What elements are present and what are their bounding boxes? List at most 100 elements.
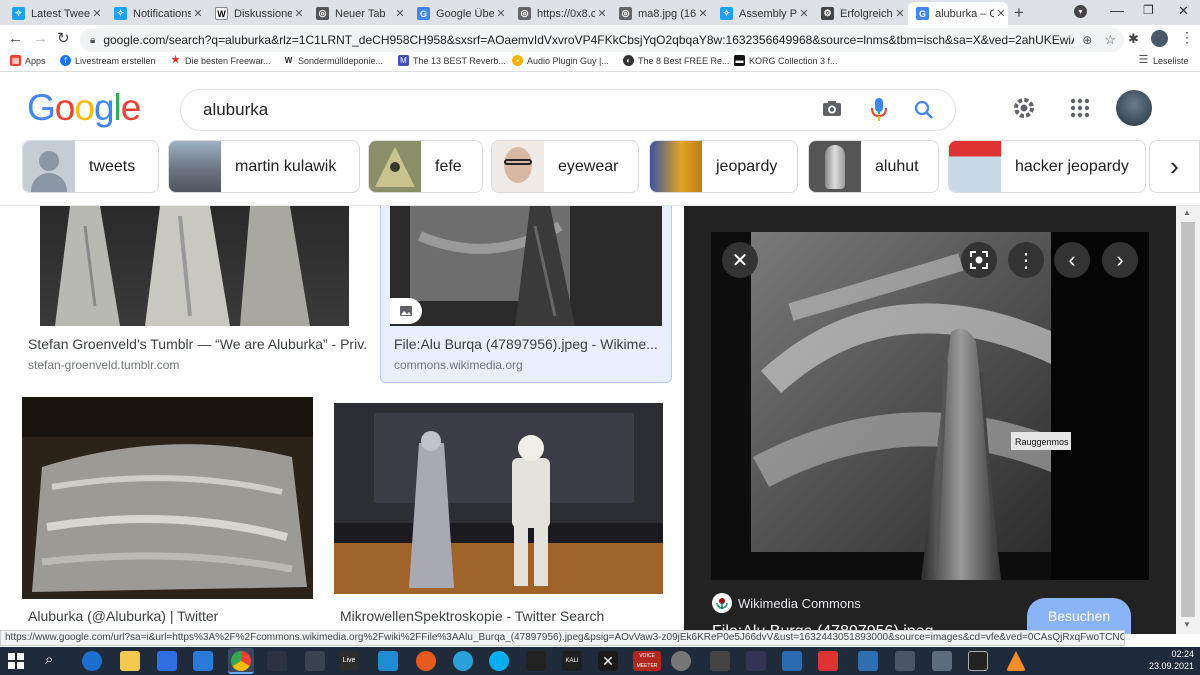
minimize-icon[interactable]: — (1110, 2, 1124, 18)
paint-icon[interactable] (378, 651, 398, 671)
preview-image[interactable]: Rauggenmos (711, 232, 1149, 580)
bookmark-star-icon[interactable]: ☆ (1104, 32, 1116, 48)
skype-icon[interactable] (489, 651, 509, 671)
inkscape-icon[interactable] (305, 651, 325, 671)
cmd-icon[interactable] (968, 651, 988, 671)
chips-next-chevron-icon[interactable]: › (1149, 140, 1200, 193)
chip-eyewear[interactable]: eyewear (491, 140, 639, 193)
app-icon[interactable] (818, 651, 838, 671)
result-image-mikrowellen[interactable] (334, 403, 663, 594)
chip-martin-kulawik[interactable]: martin kulawik (168, 140, 360, 193)
chip-hacker-jeopardy[interactable]: hacker jeopardy (948, 140, 1146, 193)
restore-icon[interactable]: ❐ (1143, 3, 1154, 17)
telegram-icon[interactable] (453, 651, 473, 671)
account-avatar[interactable] (1116, 90, 1152, 126)
bookmark-audio-plugin[interactable]: • Audio Plugin Guy |... (512, 55, 609, 66)
settings-gear-icon[interactable] (1011, 95, 1037, 126)
result-source[interactable]: stefan-groenveld.tumblr.com (28, 358, 179, 372)
tab-search-icon[interactable]: ▾ (1074, 5, 1087, 18)
camera-icon[interactable] (821, 98, 843, 125)
notes-icon[interactable] (858, 651, 878, 671)
forward-icon[interactable]: → (33, 30, 48, 47)
menu-icon[interactable]: ⋮ (1180, 29, 1194, 46)
close-tab-icon[interactable]: ✕ (191, 7, 205, 20)
edge-icon[interactable] (82, 651, 102, 671)
zoom-icon[interactable]: ⊕ (1082, 33, 1092, 47)
app-icon[interactable] (267, 651, 287, 671)
voicemeeter-icon[interactable]: VOICE MEETER (633, 651, 661, 671)
result-source[interactable]: commons.wikimedia.org (394, 358, 523, 372)
scrollbar-thumb[interactable] (1181, 222, 1195, 617)
reload-icon[interactable]: ↻ (57, 29, 70, 47)
page-scrollbar[interactable]: ▲ ▼ (1176, 206, 1200, 634)
result-image-stefan-groenveld[interactable] (40, 206, 349, 326)
chip-fefe[interactable]: fefe (368, 140, 483, 193)
close-tab-icon[interactable]: ✕ (90, 7, 104, 20)
visit-button[interactable]: Besuchen (1027, 598, 1131, 634)
tab-ma8-jpg[interactable]: ◎ ma8.jpg (160 ✕ (611, 2, 710, 25)
profile-avatar[interactable] (1151, 30, 1168, 47)
result-title[interactable]: Stefan Groenveld's Tumblr — “We are Alub… (28, 336, 368, 352)
new-tab-icon[interactable]: + (1014, 3, 1024, 23)
close-tab-icon[interactable]: ✕ (797, 7, 811, 20)
kali-icon[interactable]: KALI (562, 651, 582, 671)
reading-list[interactable]: ☰ Leseliste (1138, 55, 1189, 66)
close-tab-icon[interactable]: ✕ (994, 7, 1008, 20)
bookmark-korg[interactable]: ▬ KORG Collection 3 f... (734, 55, 838, 66)
taskbar-date[interactable]: 23.09.2021 (1138, 660, 1194, 672)
close-tab-icon[interactable]: ✕ (494, 7, 508, 20)
tab-diskussionen[interactable]: W Diskussionen ✕ (207, 2, 306, 25)
chrome-taskbar-icon[interactable] (228, 648, 254, 674)
mail-icon[interactable] (193, 651, 213, 671)
tab-google-uebersetzer[interactable]: G Google Über ✕ (409, 2, 508, 25)
app-icon[interactable] (782, 651, 802, 671)
bookmark-apps[interactable]: ▦ Apps (10, 55, 46, 66)
more-options-button[interactable]: ⋮ (1008, 242, 1044, 278)
result-title[interactable]: MikrowellenSpektroskopie - Twitter Searc… (340, 608, 650, 624)
windows-start-icon[interactable] (8, 653, 24, 674)
search-icon[interactable]: ⌕ (45, 651, 53, 668)
back-icon[interactable]: ← (8, 30, 23, 47)
close-preview-button[interactable]: ✕ (722, 242, 758, 278)
app-icon[interactable] (710, 651, 730, 671)
search-input[interactable]: aluburka (203, 100, 268, 120)
address-bar[interactable]: 🔒︎ google.com/search?q=aluburka&rlz=1C1L… (80, 28, 1124, 52)
chip-jeopardy[interactable]: jeopardy (649, 140, 798, 193)
close-tab-icon[interactable]: ✕ (893, 7, 907, 20)
close-tab-icon[interactable]: ✕ (292, 7, 306, 20)
scroll-down-icon[interactable]: ▼ (1183, 620, 1191, 629)
previous-image-button[interactable]: ‹ (1054, 242, 1090, 278)
tab-erfolgreich[interactable]: ⚙ Erfolgreich a ✕ (813, 2, 907, 25)
lens-button[interactable] (961, 242, 997, 278)
tab-0x8[interactable]: ◎ https://0x8.c ✕ (510, 2, 609, 25)
microphone-icon[interactable] (869, 97, 889, 128)
vlc-icon[interactable] (1006, 651, 1026, 671)
apps-grid-icon[interactable] (1069, 97, 1091, 124)
tab-latest-tweets[interactable]: ✧ Latest Tweets ✕ (4, 2, 104, 25)
result-title[interactable]: File:Alu Burqa (47897956).jpeg - Wikime.… (394, 336, 664, 352)
tab-assembly[interactable]: ✧ Assembly Pa ✕ (712, 2, 811, 25)
x-app-icon[interactable]: ✕ (598, 651, 618, 671)
close-tab-icon[interactable]: ✕ (696, 7, 710, 20)
result-image-alu-burqa[interactable] (390, 206, 662, 326)
result-image-aluburka-twitter[interactable] (22, 397, 313, 599)
tab-aluburka[interactable]: G aluburka – G ✕ (908, 2, 1008, 25)
extensions-icon[interactable]: ✱ (1128, 31, 1139, 47)
terminal-icon[interactable] (526, 651, 546, 671)
tab-neuer-tab[interactable]: ◎ Neuer Tab ✕ (308, 2, 407, 25)
bookmark-reverb[interactable]: M The 13 BEST Reverb... (398, 55, 506, 66)
bookmark-livestream[interactable]: f Livestream erstellen (60, 55, 156, 66)
tab-notifications[interactable]: ✧ Notifications ✕ (106, 2, 205, 25)
file-explorer-icon[interactable] (120, 651, 140, 671)
close-tab-icon[interactable]: ✕ (595, 7, 609, 20)
result-title[interactable]: Aluburka (@Aluburka) | Twitter (28, 608, 308, 624)
next-image-button[interactable]: › (1102, 242, 1138, 278)
search-box[interactable]: aluburka (180, 89, 956, 131)
chip-tweets[interactable]: tweets (22, 140, 159, 193)
bookmark-freeware[interactable]: ★ Die besten Freewar... (170, 55, 271, 66)
close-tab-icon[interactable]: ✕ (393, 7, 407, 20)
ubuntu-icon[interactable] (416, 651, 436, 671)
app-icon[interactable] (932, 651, 952, 671)
bookmark-sondermuell[interactable]: W Sondermülldeponie... (283, 55, 383, 66)
app-icon[interactable] (671, 651, 691, 671)
